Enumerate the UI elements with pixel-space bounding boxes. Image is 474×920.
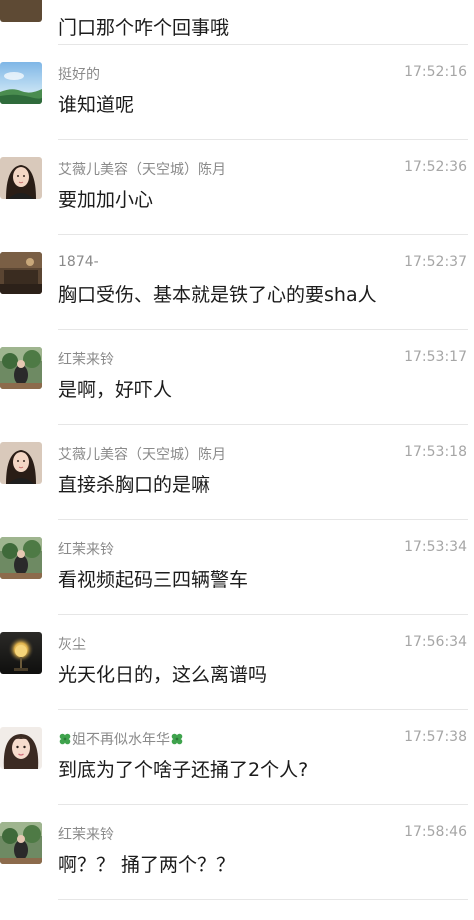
- avatar[interactable]: [0, 822, 42, 864]
- sender-name: 灰尘: [58, 637, 86, 653]
- avatar[interactable]: [0, 252, 42, 294]
- sender-name: 艾薇儿美容（天空城）陈月: [58, 162, 226, 178]
- four-leaf-clover-icon: [171, 733, 183, 745]
- message-item[interactable]: 红茉来铃 17:53:17 是啊，好吓人: [0, 330, 474, 424]
- message-text: 看视频起码三四辆警车: [58, 569, 249, 591]
- message-item[interactable]: 1874- 17:52:37 胸口受伤、基本就是铁了心的要sha人: [0, 235, 474, 329]
- sender-name: 艾薇儿美容（天空城）陈月: [58, 447, 226, 463]
- sender-name-text: 姐不再似水年华: [72, 732, 170, 748]
- message-item[interactable]: 艾薇儿美容（天空城）陈月 17:52:36 要加加小心: [0, 140, 474, 234]
- message-item[interactable]: 红茉来铃 17:53:34 看视频起码三四辆警车: [0, 520, 474, 614]
- message-text: 是啊，好吓人: [58, 379, 173, 401]
- sender-name: 1874-: [58, 254, 99, 270]
- message-time: 17:52:16: [404, 64, 467, 80]
- avatar[interactable]: [0, 537, 42, 579]
- four-leaf-clover-icon: [59, 733, 71, 745]
- message-item[interactable]: 艾薇儿美容（天空城）陈月 17:53:18 直接杀胸口的是嘛: [0, 425, 474, 519]
- message-text: 谁知道呢: [58, 94, 135, 116]
- avatar[interactable]: [0, 347, 42, 389]
- message-time: 17:52:37: [404, 254, 467, 270]
- message-text: 门口那个咋个回事哦: [58, 17, 230, 39]
- sender-name: 挺好的: [58, 67, 100, 83]
- sender-name: 红茉来铃: [58, 827, 114, 843]
- chat-message-list[interactable]: 门口那个咋个回事哦 挺好的 17:52:16 谁知道呢 艾薇儿美容（天空城）陈月…: [0, 0, 474, 920]
- message-item[interactable]: 灰尘 17:56:34 光天化日的，这么离谱吗: [0, 615, 474, 709]
- avatar[interactable]: [0, 727, 42, 769]
- sender-name: 红茉来铃: [58, 352, 114, 368]
- sender-name: 姐不再似水年华: [58, 729, 184, 749]
- message-item[interactable]: 挺好的 17:52:16 谁知道呢: [0, 45, 474, 139]
- divider: [58, 899, 468, 900]
- message-time: 17:53:17: [404, 349, 467, 365]
- message-time: 17:58:46: [404, 824, 467, 840]
- avatar[interactable]: [0, 157, 42, 199]
- message-time: 17:56:34: [404, 634, 467, 650]
- message-text: 胸口受伤、基本就是铁了心的要sha人: [58, 284, 377, 306]
- avatar[interactable]: [0, 632, 42, 674]
- message-text: 啊？？ 捅了两个？？: [58, 854, 236, 876]
- message-time: 17:52:36: [404, 159, 467, 175]
- message-text: 到底为了个啥子还捅了2个人?: [58, 759, 309, 781]
- message-text: 直接杀胸口的是嘛: [58, 474, 211, 496]
- sender-name: 红茉来铃: [58, 542, 114, 558]
- avatar[interactable]: [0, 0, 42, 22]
- avatar[interactable]: [0, 442, 42, 484]
- message-time: 17:53:34: [404, 539, 467, 555]
- message-time: 17:53:18: [404, 444, 467, 460]
- message-text: 光天化日的，这么离谱吗: [58, 664, 268, 686]
- message-item[interactable]: 红茉来铃 17:58:46 啊？？ 捅了两个？？: [0, 805, 474, 899]
- message-text: 要加加小心: [58, 189, 154, 211]
- avatar[interactable]: [0, 62, 42, 104]
- message-item[interactable]: 姐不再似水年华 17:57:38 到底为了个啥子还捅了2个人?: [0, 710, 474, 804]
- message-time: 17:57:38: [404, 729, 467, 745]
